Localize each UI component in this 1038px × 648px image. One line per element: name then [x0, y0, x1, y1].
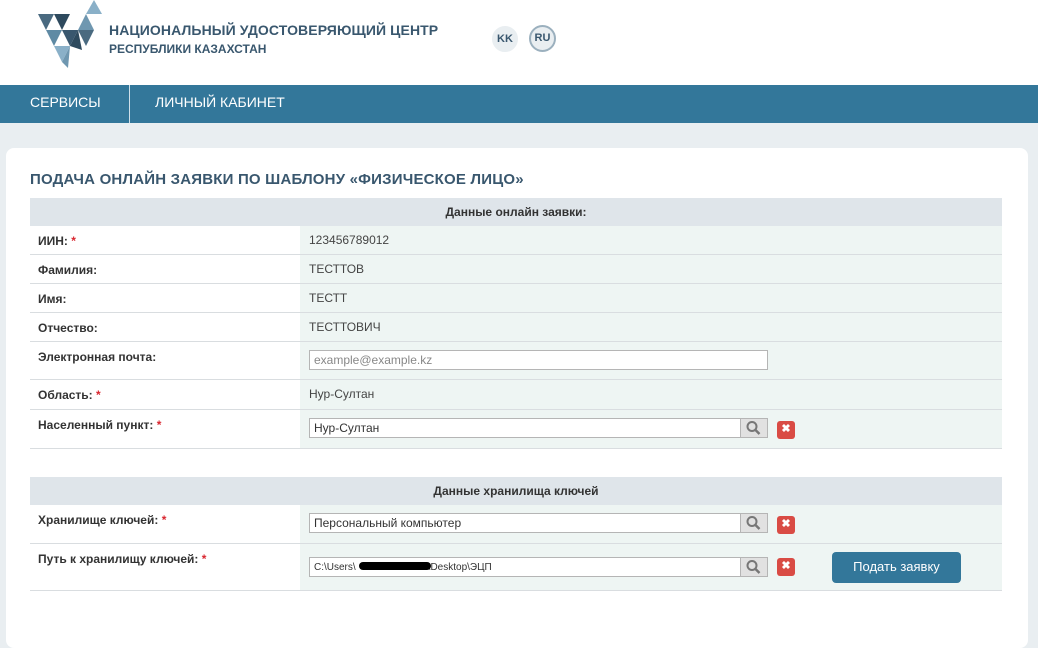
iin-value: 123456789012 [309, 233, 390, 247]
patronymic-label: Отчество: [38, 321, 98, 335]
nav-services[interactable]: СЕРВИСЫ [30, 85, 101, 123]
value-cell: ТЕСТТОВИЧ [300, 313, 1002, 341]
value-cell: Персональный компьютер ✖ [300, 505, 1002, 543]
site-header: НАЦИОНАЛЬНЫЙ УДОСТОВЕРЯЮЩИЙ ЦЕНТР РЕСПУБ… [0, 0, 1038, 85]
value-cell: ТЕСТТ [300, 284, 1002, 312]
nav-personal-cabinet[interactable]: ЛИЧНЫЙ КАБИНЕТ [155, 85, 285, 123]
email-label: Электронная почта: [38, 350, 157, 364]
row-region: Область: * Нур-Султан [30, 380, 1002, 410]
locality-field[interactable]: Нур-Султан [309, 418, 768, 438]
value-cell: example@example.kz [300, 342, 1002, 379]
email-field[interactable]: example@example.kz [309, 350, 768, 370]
locality-label: Населенный пункт: * [38, 418, 162, 432]
surname-label: Фамилия: [38, 263, 98, 277]
value-cell: ТЕСТТОВ [300, 255, 1002, 283]
iin-label: ИИН: * [38, 234, 76, 248]
nav-divider [129, 85, 130, 123]
org-subtitle: РЕСПУБЛИКИ КАЗАХСТАН [109, 42, 267, 56]
required-mark: * [71, 234, 76, 248]
name-label: Имя: [38, 292, 67, 306]
row-surname: Фамилия: ТЕСТТОВ [30, 255, 1002, 284]
submit-application-button[interactable]: Подать заявку [832, 552, 961, 583]
patronymic-value: ТЕСТТОВИЧ [309, 320, 381, 334]
row-patronymic: Отчество: ТЕСТТОВИЧ [30, 313, 1002, 342]
redaction-bar [359, 562, 431, 570]
main-nav: СЕРВИСЫ ЛИЧНЫЙ КАБИНЕТ [0, 85, 1038, 123]
row-iin: ИИН: * 123456789012 [30, 226, 1002, 255]
keystore-field-value: Персональный компьютер [314, 516, 462, 530]
required-mark: * [156, 418, 162, 432]
required-mark: * [201, 552, 207, 566]
row-locality: Населенный пункт: * Нур-Султан ✖ [30, 410, 1002, 449]
search-icon[interactable] [740, 514, 767, 532]
clear-locality-icon[interactable]: ✖ [777, 421, 795, 439]
value-cell: Нур-Султан [300, 380, 1002, 409]
row-email: Электронная почта: example@example.kz [30, 342, 1002, 380]
search-icon[interactable] [740, 419, 767, 437]
region-label: Область: * [38, 388, 101, 402]
value-cell: 123456789012 [300, 226, 1002, 254]
region-value: Нур-Султан [309, 387, 375, 401]
keystore-field[interactable]: Персональный компьютер [309, 513, 768, 533]
surname-value: ТЕСТТОВ [309, 262, 365, 276]
required-mark: * [96, 388, 101, 402]
row-name: Имя: ТЕСТТ [30, 284, 1002, 313]
keystore-path-label: Путь к хранилищу ключей: * [38, 552, 207, 566]
section-keystore-header: Данные хранилища ключей [30, 477, 1002, 505]
section-application-header: Данные онлайн заявки: [30, 198, 1002, 226]
name-value: ТЕСТТ [309, 291, 348, 305]
row-keystore: Хранилище ключей: * Персональный компьют… [30, 505, 1002, 544]
lang-kk-button[interactable]: KK [492, 26, 518, 52]
locality-field-value: Нур-Султан [314, 421, 380, 435]
search-icon[interactable] [740, 558, 767, 576]
logo-icon[interactable] [38, 0, 104, 70]
value-cell: Нур-Султан ✖ [300, 410, 1002, 448]
clear-keystore-icon[interactable]: ✖ [777, 516, 795, 534]
page-title: ПОДАЧА ОНЛАЙН ЗАЯВКИ ПО ШАБЛОНУ «ФИЗИЧЕС… [30, 171, 524, 188]
org-title: НАЦИОНАЛЬНЫЙ УДОСТОВЕРЯЮЩИЙ ЦЕНТР [109, 22, 439, 38]
lang-ru-button[interactable]: RU [529, 25, 556, 52]
clear-path-icon[interactable]: ✖ [777, 558, 795, 576]
keystore-label: Хранилище ключей: * [38, 513, 167, 527]
required-mark: * [161, 513, 167, 527]
keystore-path-field[interactable]: C:\Users\ \Desktop\ЭЦП [309, 557, 768, 577]
